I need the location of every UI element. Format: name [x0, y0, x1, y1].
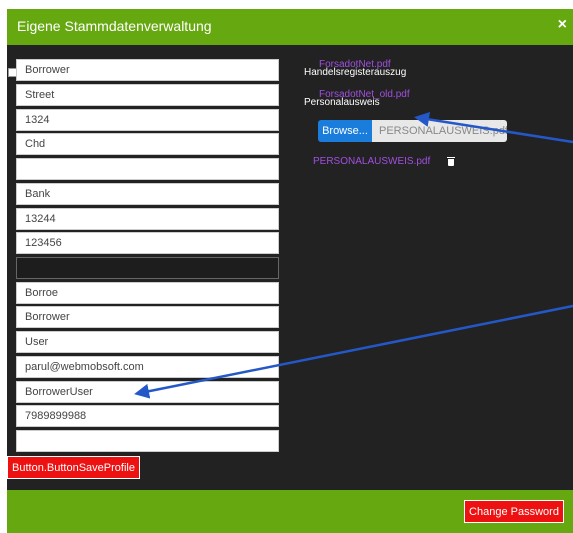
- annotation-arrow-upload: [414, 111, 573, 144]
- annotation-arrow-username: [134, 304, 573, 399]
- annotation-arrows: [134, 111, 573, 399]
